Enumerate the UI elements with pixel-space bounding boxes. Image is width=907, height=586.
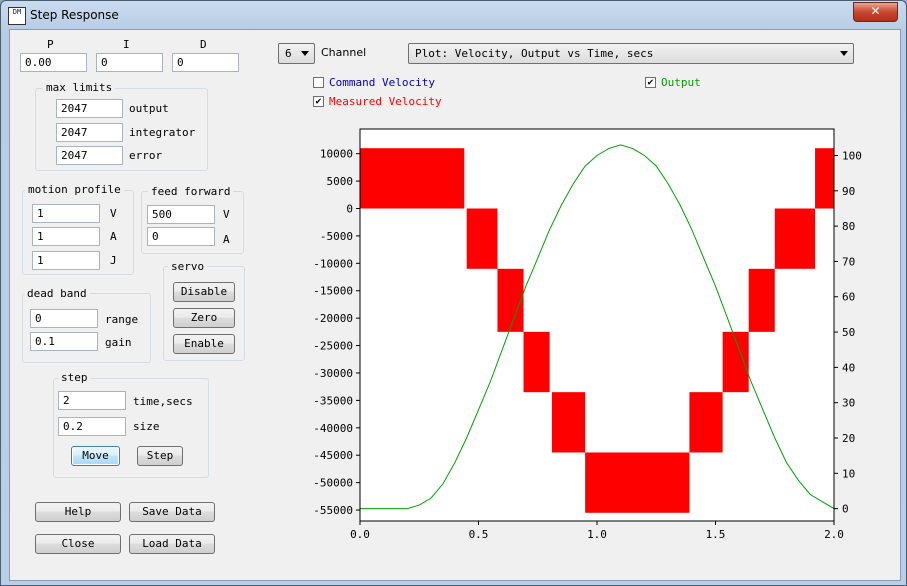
- y-left-tick-label: -20000: [313, 312, 353, 325]
- measured-velocity-step-2: [497, 268, 524, 332]
- close-window-button[interactable]: ✕: [853, 2, 898, 22]
- y-right-tick-label: 100: [842, 149, 862, 162]
- measured-velocity-step-5: [585, 452, 690, 513]
- y-left-tick-label: -40000: [313, 422, 353, 435]
- measured-velocity-step-6: [689, 392, 723, 453]
- app-icon: DM: [8, 7, 26, 25]
- x-tick-label: 0.5: [469, 528, 489, 541]
- y-right-tick-label: 60: [842, 291, 855, 304]
- client-area: P I D 0.00 0 0 max limits 2047 output 20…: [9, 29, 901, 581]
- y-left-tick-label: -30000: [313, 367, 353, 380]
- y-left-tick-label: -50000: [313, 477, 353, 490]
- x-tick-label: 0.0: [350, 528, 370, 541]
- measured-velocity-step-9: [774, 208, 816, 269]
- y-right-tick-label: 0: [842, 503, 849, 516]
- y-left-tick-label: -5000: [320, 230, 353, 243]
- y-right-tick-label: 10: [842, 467, 855, 480]
- y-left-tick-label: -35000: [313, 394, 353, 407]
- y-right-tick-label: 50: [842, 326, 855, 339]
- y-left-tick-label: -55000: [313, 504, 353, 517]
- y-right-tick-label: 30: [842, 397, 855, 410]
- measured-velocity-step-8: [748, 268, 775, 332]
- x-tick-label: 2.0: [824, 528, 844, 541]
- step-response-window: DM Step Response ✕ P I D 0.00 0 0 max li…: [0, 0, 907, 586]
- y-left-tick-label: -25000: [313, 340, 353, 353]
- measured-velocity-step-0: [360, 148, 465, 209]
- measured-velocity-step-10: [815, 148, 834, 209]
- y-left-tick-label: -10000: [313, 257, 353, 270]
- y-right-tick-label: 80: [842, 220, 855, 233]
- y-right-tick-label: 20: [842, 432, 855, 445]
- measured-velocity-step-1: [466, 208, 498, 269]
- x-tick-label: 1.0: [587, 528, 607, 541]
- x-tick-label: 1.5: [706, 528, 726, 541]
- window-title: Step Response: [30, 8, 119, 22]
- y-left-tick-label: 10000: [320, 148, 353, 161]
- measured-velocity-step-3: [523, 331, 550, 393]
- y-left-tick-label: 5000: [327, 175, 354, 188]
- y-left-tick-label: -15000: [313, 285, 353, 298]
- y-right-tick-label: 40: [842, 361, 855, 374]
- step-response-chart: 10000 5000 0 -5000 -10000 -15000 -20000 -25000 -…: [313, 128, 862, 541]
- y-right-tick-label: 90: [842, 185, 855, 198]
- y-right-tick-label: 70: [842, 255, 855, 268]
- y-left-tick-label: -45000: [313, 449, 353, 462]
- measured-velocity-step-4: [551, 392, 586, 453]
- y-left-tick-label: 0: [346, 202, 353, 215]
- title-bar[interactable]: DM Step Response ✕: [1, 1, 906, 29]
